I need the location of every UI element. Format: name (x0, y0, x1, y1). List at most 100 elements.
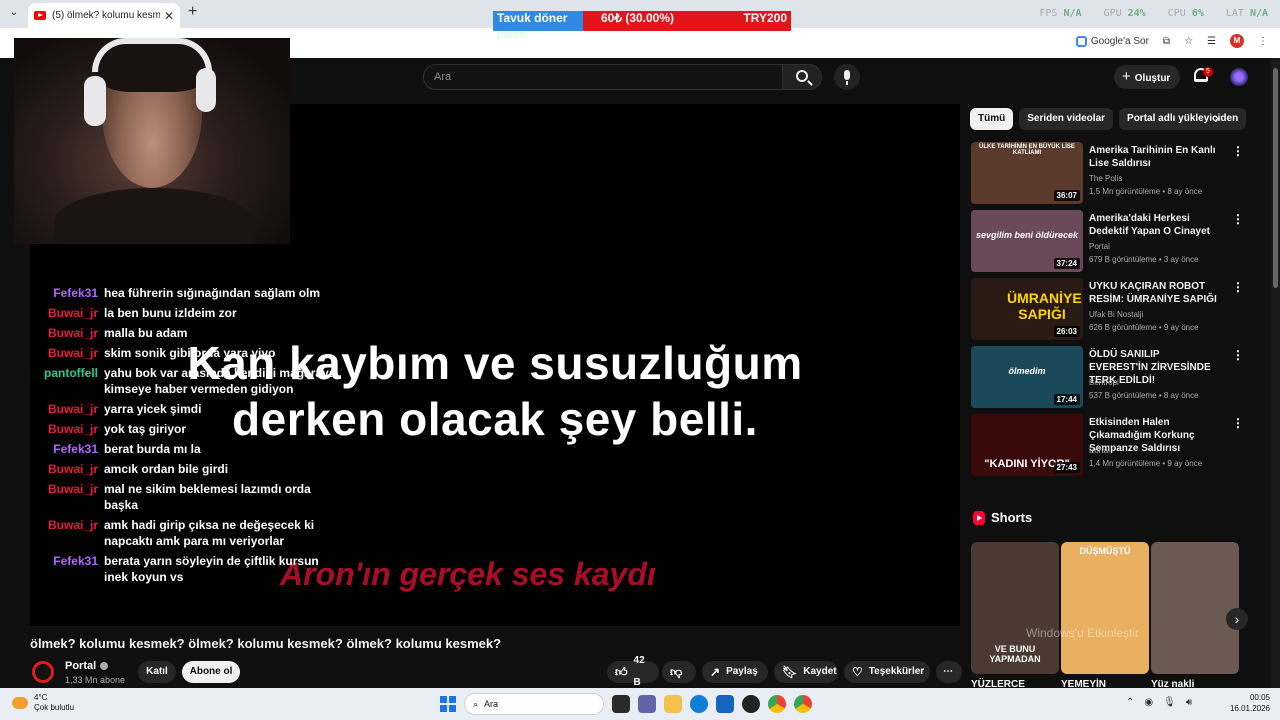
thanks-button[interactable]: ♡ Teşekkürler (844, 661, 930, 683)
youtube-account-avatar[interactable] (1230, 68, 1248, 86)
page-scrollbar[interactable] (1271, 58, 1280, 688)
share-button[interactable]: ↗ Paylaş (702, 661, 768, 683)
recommended-video[interactable]: sevgilim beni öldürecek 37:24 Amerika'daki… (970, 210, 1246, 274)
recommended-video-channel[interactable]: Bentropi (1089, 378, 1119, 387)
recommended-video[interactable]: ÜMRANİYE SAPIĞI 26:03 UYKU KAÇIRAN ROBOT R… (970, 278, 1246, 342)
video-thumbnail[interactable]: sevgilim beni öldürecek 37:24 (971, 210, 1083, 272)
chat-message: Buwai_jr skim sonik gibi orda yara yiyo (30, 345, 350, 361)
shorts-icon (973, 510, 985, 525)
obs-icon[interactable] (742, 695, 760, 713)
search-icon: ⌕ (473, 699, 479, 709)
scrollbar-thumb[interactable] (1273, 68, 1278, 288)
filter-chip[interactable]: Tümü (970, 108, 1014, 130)
more-options-icon[interactable]: ⋮ (1232, 212, 1244, 226)
windows-start-icon[interactable] (440, 696, 456, 712)
recommended-video-meta: 537 B görüntüleme • 8 ay önce (1089, 391, 1199, 400)
chat-text: malla bu adam (104, 326, 188, 340)
chrome-icon[interactable] (768, 695, 786, 713)
headphones-band (92, 38, 212, 72)
recommended-video-channel[interactable]: Portal (1089, 242, 1110, 251)
share-label: Paylaş (726, 666, 758, 677)
channel-name[interactable]: Portal (65, 660, 109, 672)
recommended-video-title[interactable]: UYKU KAÇIRAN ROBOT RESİM: ÜMRANİYE SAPIĞ… (1089, 280, 1221, 306)
tab-list-icon[interactable]: ⌄ (6, 5, 22, 21)
clock-date: 16.01.2026 (1229, 704, 1270, 713)
chat-username: Buwai_jr (47, 422, 98, 436)
store-icon[interactable] (716, 695, 734, 713)
recommended-video-channel[interactable]: Portal (1089, 446, 1110, 455)
browser-tab[interactable]: (5) ölmek? kolumu kesmek? ölmek? ✕ (28, 3, 180, 28)
edge-icon[interactable] (690, 695, 708, 713)
video-duration: 27:43 (1053, 462, 1080, 473)
menu-icon[interactable]: ⋮ (1258, 36, 1268, 47)
system-tray: ⌃ ◉ 🎙︎ 🔊︎ (1126, 697, 1192, 708)
short-card[interactable]: VE BUNU YAPMADAN (971, 542, 1059, 674)
more-options-icon[interactable]: ⋮ (1232, 348, 1244, 362)
chevron-right-icon[interactable]: › (1214, 110, 1219, 128)
video-thumbnail[interactable]: ÜLKE TARİHİNİN EN BÜYÜK LİSE KATLİAMI 36:… (971, 142, 1083, 204)
cpu-value: 6% (1191, 8, 1204, 19)
create-button[interactable]: + Oluştur (1114, 65, 1180, 89)
like-button[interactable]: 👍︎ 42 B (607, 655, 659, 688)
short-card[interactable] (1151, 542, 1239, 674)
video-thumbnail[interactable]: ÜMRANİYE SAPIĞI 26:03 (971, 278, 1083, 340)
save-button[interactable]: 🔖︎ Kaydet (774, 661, 838, 683)
shorts-heading-text: Shorts (991, 510, 1033, 525)
filter-chip[interactable]: Portal adlı yükleyiciden (1119, 108, 1247, 130)
more-actions-button[interactable]: ⋯ (936, 661, 962, 683)
recommended-video[interactable]: "KADINI YİYOR" 27:43 Etkisinden Halen Çıka… (970, 414, 1246, 478)
search-input[interactable]: Ara (423, 64, 783, 90)
chat-text: yok taş giriyor (104, 422, 187, 436)
file-explorer-icon[interactable] (664, 695, 682, 713)
new-tab-button[interactable]: + (188, 3, 197, 21)
microphone-icon[interactable]: 🎙︎ (1163, 697, 1176, 708)
more-options-icon[interactable]: ⋮ (1232, 416, 1244, 430)
chrome-profile-icon[interactable] (794, 695, 812, 713)
performance-overlay: FPS N/A GPU 24% CPU 6% LAT N/A (1039, 8, 1268, 19)
more-options-icon[interactable]: ⋮ (1232, 280, 1244, 294)
network-icon[interactable]: ◉ (1144, 697, 1153, 708)
video-duration: 26:03 (1053, 326, 1080, 337)
recommended-video-channel[interactable]: The Polis (1089, 174, 1122, 183)
teams-icon[interactable] (638, 695, 656, 713)
chat-text: hea führerin sığınağından sağlam olm (104, 286, 321, 300)
join-button[interactable]: Katıl (138, 661, 176, 683)
short-card[interactable]: DÜŞMÜŞTÜ (1061, 542, 1149, 674)
dislike-button[interactable]: 👎︎ (662, 661, 696, 683)
search-button[interactable] (782, 64, 822, 90)
reading-list-icon[interactable]: ☰ (1207, 36, 1216, 47)
taskbar-clock[interactable]: 00:05 16.01.2026 (1226, 692, 1270, 714)
recommended-video-meta: 626 B görüntüleme • 9 ay önce (1089, 323, 1199, 332)
bookmark-star-icon[interactable]: ☆ (1184, 36, 1193, 47)
profile-avatar[interactable]: M (1230, 34, 1244, 48)
voice-search-icon[interactable] (834, 64, 860, 90)
chat-message: Buwai_jr yok taş giriyor (30, 421, 350, 437)
recommended-video[interactable]: ölmedim 17:44 ÖLDÜ SANILIP EVEREST'İN ZİRV… (970, 346, 1246, 410)
google-lens-button[interactable]: Google'a Sor (1075, 35, 1149, 47)
filter-chips: Tümü Seriden videolar Portal adlı yükleyic… (970, 108, 1247, 130)
weather-widget[interactable]: 4°C Çok bulutlu (12, 693, 74, 713)
recommended-video-channel[interactable]: Ufak Bi Nostalji (1089, 310, 1143, 319)
subscribe-button[interactable]: Abone ol (182, 661, 240, 683)
shorts-next-button[interactable]: › (1226, 608, 1248, 630)
video-thumbnail[interactable]: ölmedim 17:44 (971, 346, 1083, 408)
tray-chevron-icon[interactable]: ⌃ (1126, 697, 1134, 708)
install-icon[interactable]: ⧉ (1163, 36, 1170, 47)
recommended-video-title[interactable]: Amerika Tarihinin En Kanlı Lise Saldırıs… (1089, 144, 1221, 170)
more-options-icon[interactable]: ⋮ (1232, 144, 1244, 158)
filter-chip[interactable]: Seriden videolar (1019, 108, 1114, 130)
chat-message: Fefek31 hea führerin sığınağından sağlam … (30, 285, 350, 301)
save-label: Kaydet (803, 666, 837, 677)
channel-subscribers: 1,33 Mn abone (65, 675, 126, 685)
chat-text: berata yarın söyleyin de çiftlik kursun … (104, 554, 319, 584)
fps-value: N/A (1063, 8, 1082, 19)
donation-goal-bar: Tavuk döner 60₺ (30.00%) TRY200 (493, 11, 791, 31)
recommended-video[interactable]: ÜLKE TARİHİNİN EN BÜYÜK LİSE KATLİAMI 36:… (970, 142, 1246, 206)
channel-avatar[interactable] (32, 661, 54, 683)
video-thumbnail[interactable]: "KADINI YİYOR" 27:43 (971, 414, 1083, 476)
task-view-icon[interactable] (612, 695, 630, 713)
recommended-video-title[interactable]: Amerika'daki Herkesi Dedektif Yapan O Ci… (1089, 212, 1221, 238)
taskbar-search[interactable]: ⌕ Ara (464, 693, 604, 715)
volume-icon[interactable]: 🔊︎ (1186, 697, 1192, 708)
close-tab-icon[interactable]: ✕ (164, 9, 174, 23)
